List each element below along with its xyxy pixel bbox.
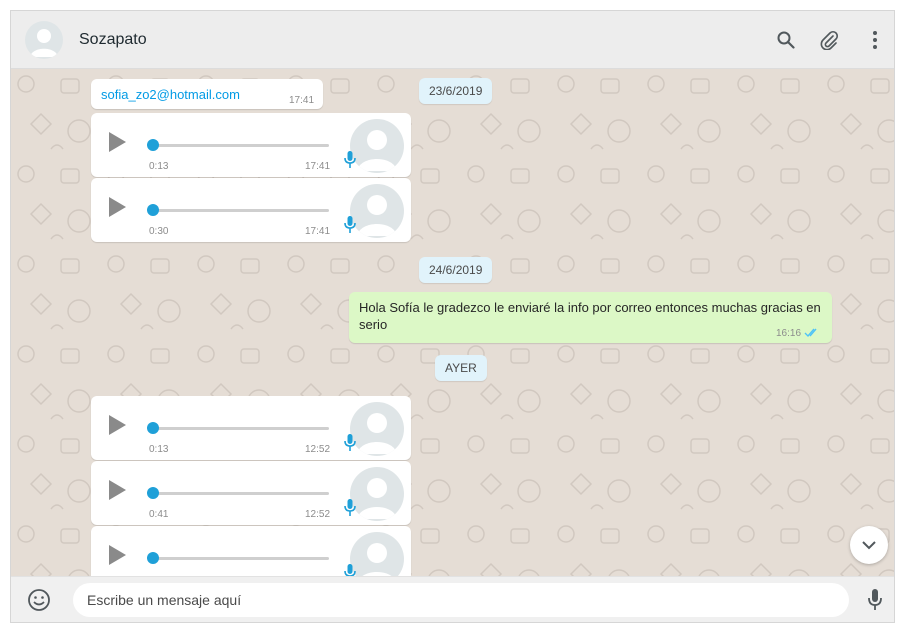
message-time: 12:52 <box>305 444 331 455</box>
avatar-placeholder-icon <box>30 29 58 57</box>
contact-avatar[interactable] <box>25 21 63 59</box>
audio-progress-track[interactable] <box>151 557 329 560</box>
date-divider: 24/6/2019 <box>419 257 493 283</box>
message-time: 17:41 <box>289 95 315 106</box>
message-outgoing[interactable]: Hola Sofía le gradezco le enviaré la inf… <box>349 292 832 343</box>
message-list[interactable]: sofia_zo2@hotmail.com 17:41 23/6/2019 0:… <box>11 69 894 576</box>
audio-progress-track[interactable] <box>151 144 329 147</box>
sender-avatar <box>350 184 404 238</box>
audio-progress-knob[interactable] <box>147 139 159 151</box>
audio-progress-knob[interactable] <box>147 487 159 499</box>
emoji-icon[interactable] <box>27 588 51 617</box>
avatar-placeholder-icon <box>357 130 397 171</box>
avatar-placeholder-icon <box>357 478 397 519</box>
avatar-placeholder-icon <box>357 413 397 454</box>
audio-progress-track[interactable] <box>151 427 329 430</box>
message-time: 12:52 <box>305 509 331 520</box>
chevron-down-icon <box>862 540 876 549</box>
date-divider: 23/6/2019 <box>419 78 493 104</box>
play-icon[interactable] <box>109 480 126 500</box>
audio-duration: 0:13 <box>149 444 169 455</box>
chat-window: Sozapato sofia_zo2@hotmail.com 17:41 23/… <box>10 10 895 623</box>
message-time: 17:41 <box>305 161 331 172</box>
audio-progress-track[interactable] <box>151 209 329 212</box>
email-link[interactable]: sofia_zo2@hotmail.com <box>101 87 240 102</box>
message-email[interactable]: sofia_zo2@hotmail.com 17:41 <box>91 79 323 109</box>
play-icon[interactable] <box>109 132 126 152</box>
mic-icon <box>344 564 356 576</box>
avatar-placeholder-icon <box>357 195 397 236</box>
play-icon[interactable] <box>109 415 126 435</box>
audio-progress-knob[interactable] <box>147 422 159 434</box>
avatar-placeholder-icon <box>362 543 392 576</box>
message-time: 16:16 <box>776 328 802 339</box>
audio-duration: 0:13 <box>149 161 169 172</box>
sender-avatar <box>350 119 404 173</box>
sender-avatar <box>350 532 404 576</box>
audio-message[interactable] <box>91 526 411 576</box>
audio-duration: 0:41 <box>149 509 169 520</box>
chat-header: Sozapato <box>11 11 894 69</box>
search-icon[interactable] <box>771 25 801 55</box>
mic-icon <box>344 216 356 233</box>
message-input[interactable] <box>73 583 849 617</box>
mic-icon[interactable] <box>867 588 883 617</box>
sender-avatar <box>350 402 404 456</box>
audio-message[interactable]: 0:41 12:52 <box>91 461 411 525</box>
attach-icon[interactable] <box>814 25 844 55</box>
message-text: Hola Sofía le gradezco le enviaré la inf… <box>359 300 821 332</box>
contact-name[interactable]: Sozapato <box>79 31 147 49</box>
audio-progress-track[interactable] <box>151 492 329 495</box>
audio-duration: 0:30 <box>149 226 169 237</box>
audio-progress-knob[interactable] <box>147 552 159 564</box>
composer <box>11 576 894 622</box>
sender-avatar <box>350 467 404 521</box>
menu-icon[interactable] <box>860 25 890 55</box>
mic-icon <box>344 499 356 516</box>
read-ticks-icon <box>804 328 817 338</box>
scroll-down-button[interactable] <box>850 526 888 564</box>
audio-message[interactable]: 0:13 17:41 <box>91 113 411 177</box>
audio-message[interactable]: 0:30 17:41 <box>91 178 411 242</box>
audio-progress-knob[interactable] <box>147 204 159 216</box>
play-icon[interactable] <box>109 197 126 217</box>
date-divider: AYER <box>435 355 487 381</box>
audio-message[interactable]: 0:13 12:52 <box>91 396 411 460</box>
play-icon[interactable] <box>109 545 126 565</box>
message-time: 17:41 <box>305 226 331 237</box>
mic-icon <box>344 151 356 168</box>
mic-icon <box>344 434 356 451</box>
